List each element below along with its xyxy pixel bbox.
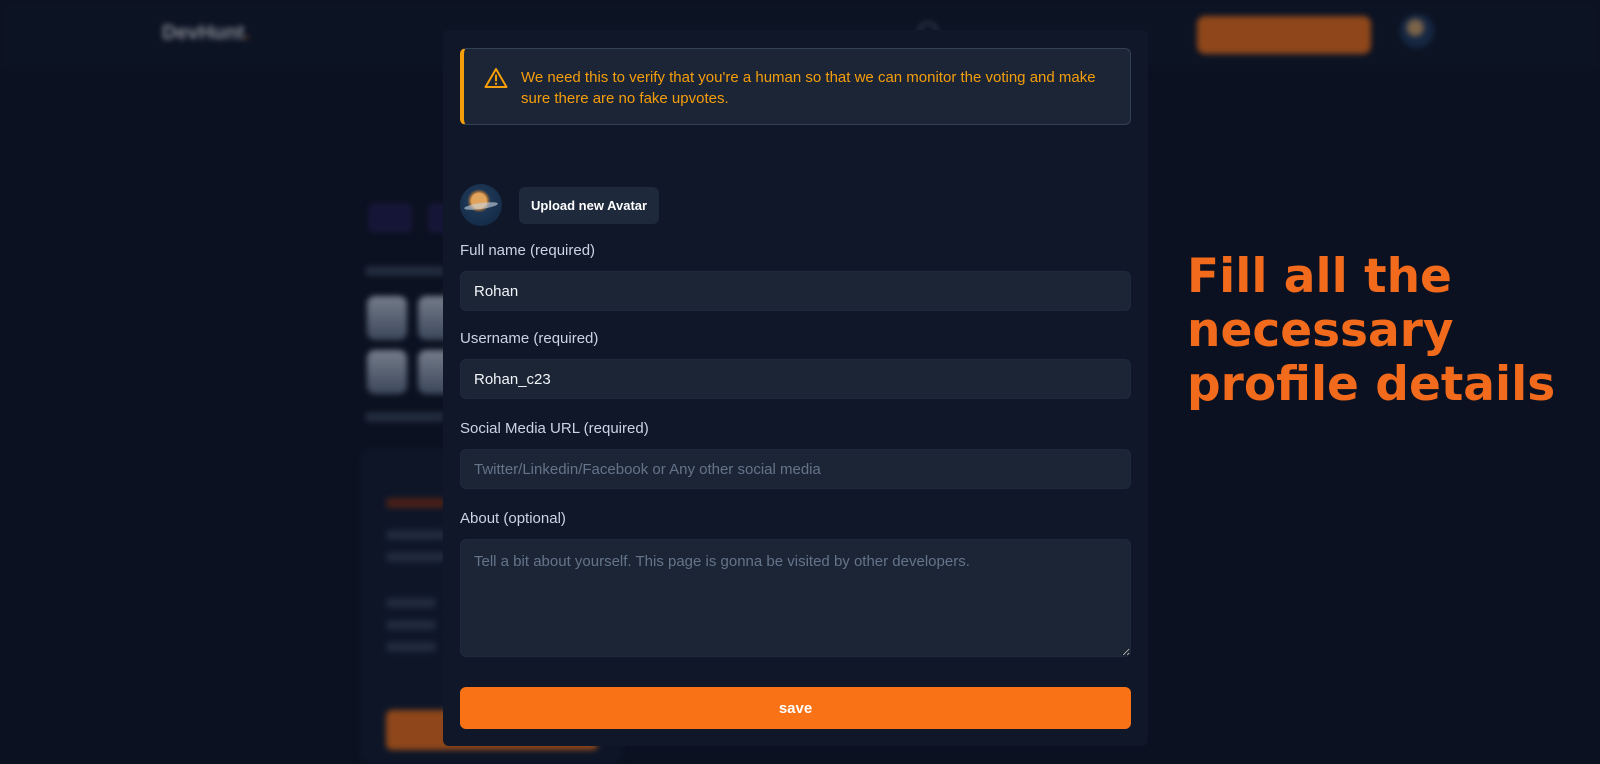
social-url-input[interactable] xyxy=(460,449,1131,489)
full-name-label: Full name (required) xyxy=(460,242,596,259)
text-line xyxy=(386,642,436,652)
submit-tool-button[interactable] xyxy=(1197,16,1371,54)
save-button[interactable]: save xyxy=(460,687,1131,729)
upload-avatar-button[interactable]: Upload new Avatar xyxy=(519,186,660,224)
avatar-row: Upload new Avatar xyxy=(460,184,660,226)
instruction-caption: Fill all the necessary profile details xyxy=(1187,249,1556,412)
verification-alert: We need this to verify that you're a hum… xyxy=(460,48,1131,125)
edit-profile-modal: We need this to verify that you're a hum… xyxy=(443,30,1148,746)
text-line xyxy=(365,412,445,422)
user-photo xyxy=(367,296,407,340)
about-textarea[interactable] xyxy=(460,539,1131,657)
username-input[interactable] xyxy=(460,359,1131,399)
social-url-label: Social Media URL (required) xyxy=(460,420,649,437)
username-label: Username (required) xyxy=(460,330,599,347)
logo[interactable]: DevHunt. xyxy=(162,22,250,45)
about-label: About (optional) xyxy=(460,510,566,527)
text-line xyxy=(386,530,446,540)
text-line xyxy=(365,266,445,276)
full-name-input[interactable] xyxy=(460,271,1131,311)
warning-triangle-icon xyxy=(484,68,508,88)
tag-chip[interactable] xyxy=(368,203,412,233)
alert-text: We need this to verify that you're a hum… xyxy=(521,69,1096,107)
profile-avatar xyxy=(460,184,502,226)
text-line xyxy=(386,552,446,562)
text-line xyxy=(386,620,436,630)
text-line xyxy=(386,498,446,508)
user-avatar[interactable] xyxy=(1400,14,1434,48)
user-photo xyxy=(367,350,407,394)
text-line xyxy=(386,598,436,608)
